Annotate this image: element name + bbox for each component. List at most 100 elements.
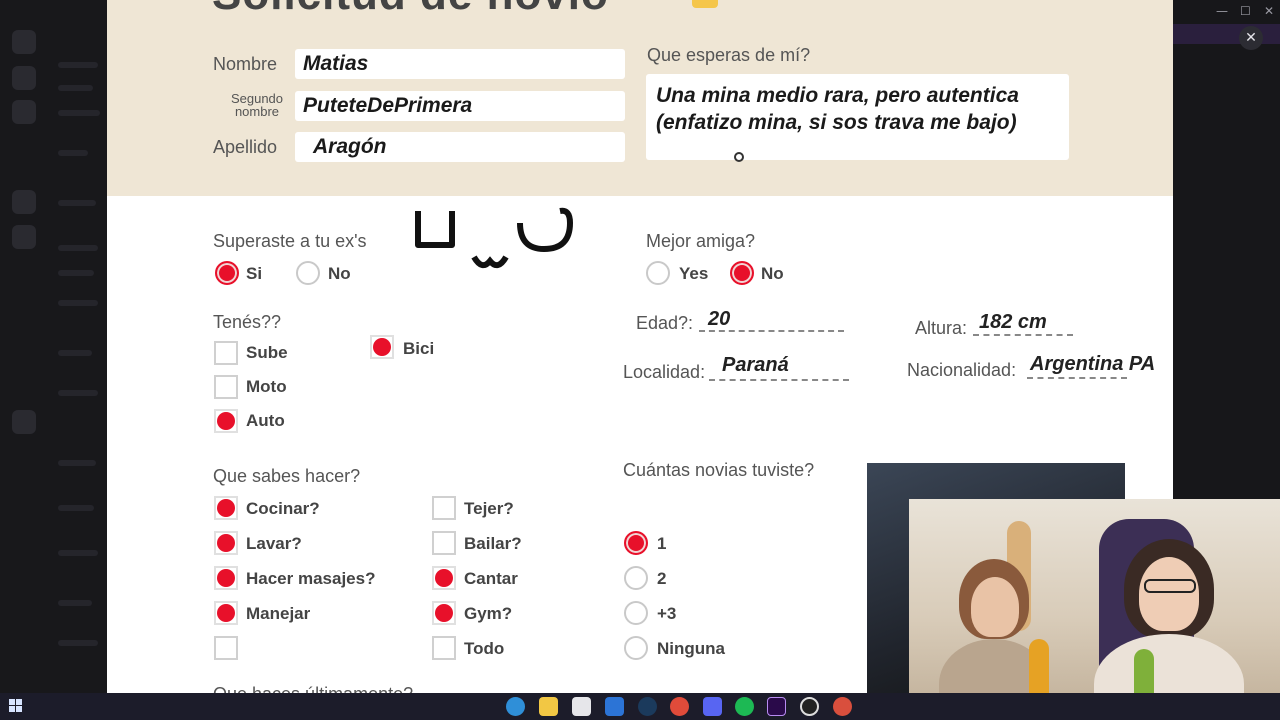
novias-2-label: 2 (657, 569, 667, 588)
glasses (1144, 579, 1196, 593)
app-icon[interactable] (12, 30, 36, 54)
sabes-gym-label: Gym? (464, 604, 513, 623)
sabes-cantar-checkbox[interactable] (432, 566, 456, 590)
mejor-amiga-label: Mejor amiga? (646, 231, 756, 251)
novias-1-label: 1 (657, 534, 667, 553)
mejor-amiga-yes-radio[interactable] (646, 261, 670, 285)
list-item (58, 300, 98, 306)
sabes-bailar-checkbox[interactable] (432, 531, 456, 555)
edad-label: Edad?: (636, 313, 694, 333)
novias-ninguna-radio[interactable] (624, 636, 648, 660)
superaste-no-label: No (328, 264, 351, 283)
superaste-label: Superaste a tu ex's (213, 231, 367, 251)
sabes-todo-label: Todo (464, 639, 505, 658)
edad-value[interactable]: 20 (708, 308, 730, 331)
windows-start-icon[interactable] (9, 699, 23, 713)
tenes-bici-checkbox[interactable] (370, 335, 394, 359)
nombre-field[interactable]: Matias (295, 49, 625, 79)
list-item (58, 600, 92, 606)
chrome-alt-icon[interactable] (833, 697, 852, 716)
close-icon[interactable]: ✕ (1239, 26, 1263, 50)
spotify-icon[interactable] (735, 697, 754, 716)
novias-1-radio[interactable] (624, 531, 648, 555)
novias-ninguna-label: Ninguna (657, 639, 725, 658)
sabes-cocinar-checkbox[interactable] (214, 496, 238, 520)
superaste-si-radio[interactable] (215, 261, 239, 285)
person-left-face (971, 577, 1019, 637)
sabes-todo-checkbox[interactable] (432, 636, 456, 660)
app-icon[interactable] (12, 225, 36, 249)
edge-icon[interactable] (506, 697, 525, 716)
sabes-tejer-checkbox[interactable] (432, 496, 456, 520)
form-title: Solicitud de novio (212, 0, 609, 20)
esperas-textarea[interactable]: Una mina medio rara, pero autentica (enf… (646, 74, 1069, 160)
apellido-label: Apellido (213, 137, 278, 157)
segundo-nombre-field[interactable]: PuteteDePrimera (295, 91, 625, 121)
window-close-icon[interactable]: ✕ (1264, 4, 1274, 18)
edad-underline (699, 330, 844, 332)
sparkle-icon (692, 0, 718, 8)
nacionalidad-label: Nacionalidad: (907, 360, 1017, 380)
novias-label: Cuántas novias tuviste? (623, 460, 815, 480)
superaste-si-label: Si (246, 264, 263, 283)
nombre-label: Nombre (213, 54, 278, 74)
sabes-gym-checkbox[interactable] (432, 601, 456, 625)
mejor-amiga-no-label: No (761, 264, 784, 283)
tenes-auto-checkbox[interactable] (214, 409, 238, 433)
localidad-label: Localidad: (623, 362, 706, 382)
nacionalidad-value[interactable]: Argentina PA (1030, 353, 1155, 376)
sabes-label: Que sabes hacer? (213, 466, 361, 486)
list-item (58, 150, 88, 156)
sabes-lavar-checkbox[interactable] (214, 531, 238, 555)
localidad-value[interactable]: Paraná (722, 354, 789, 377)
screen: — ☐ ✕ ✕ Solicitud de novio Nombre Matias… (0, 0, 1280, 720)
steam-icon[interactable] (638, 697, 657, 716)
novias-2-radio[interactable] (624, 566, 648, 590)
altura-value[interactable]: 182 cm (979, 311, 1047, 334)
sabes-cantar-label: Cantar (464, 569, 518, 588)
altura-label: Altura: (915, 318, 968, 338)
esperas-line-2: (enfatizo mina, si sos trava me bajo) (656, 111, 1017, 134)
localidad-underline (709, 379, 849, 381)
list-item (58, 85, 93, 91)
list-item (58, 460, 96, 466)
app-icon[interactable] (12, 410, 36, 434)
background-app-sidebar (0, 0, 107, 693)
zoom-cursor-icon (734, 152, 744, 162)
tenes-moto-checkbox[interactable] (214, 375, 238, 399)
premiere-icon[interactable] (767, 697, 786, 716)
app-icon[interactable] (12, 190, 36, 214)
list-item (58, 62, 98, 68)
minimize-icon[interactable]: — (1216, 4, 1228, 18)
tenes-label: Tenés?? (213, 312, 282, 332)
chrome-icon[interactable] (670, 697, 689, 716)
superaste-no-radio[interactable] (296, 261, 320, 285)
apellido-field[interactable]: Aragón (295, 132, 625, 162)
tenes-auto-label: Auto (246, 411, 285, 430)
list-item (58, 245, 98, 251)
discord-icon[interactable] (703, 697, 722, 716)
store-icon[interactable] (572, 697, 591, 716)
file-explorer-icon[interactable] (539, 697, 558, 716)
app-icon[interactable] (12, 66, 36, 90)
person-right-face (1139, 557, 1199, 631)
maximize-icon[interactable]: ☐ (1240, 4, 1251, 18)
sabes-masajes-checkbox[interactable] (214, 566, 238, 590)
sabes-manejar-checkbox[interactable] (214, 601, 238, 625)
list-item (58, 350, 92, 356)
mejor-amiga-no-radio[interactable] (730, 261, 754, 285)
list-item (58, 640, 98, 646)
tenes-sube-checkbox[interactable] (214, 341, 238, 365)
novias-3-radio[interactable] (624, 601, 648, 625)
app-icon[interactable] (12, 100, 36, 124)
altura-underline (973, 334, 1073, 336)
list-item (58, 390, 98, 396)
segundo-nombre-label: Segundo nombre (230, 91, 284, 119)
list-item (58, 200, 96, 206)
background-app-right (1173, 0, 1280, 500)
obs-icon[interactable] (800, 697, 819, 716)
esperas-label: Que esperas de mí? (647, 45, 811, 65)
mail-icon[interactable] (605, 697, 624, 716)
list-item (58, 550, 98, 556)
sabes-blank-checkbox[interactable] (214, 636, 238, 660)
